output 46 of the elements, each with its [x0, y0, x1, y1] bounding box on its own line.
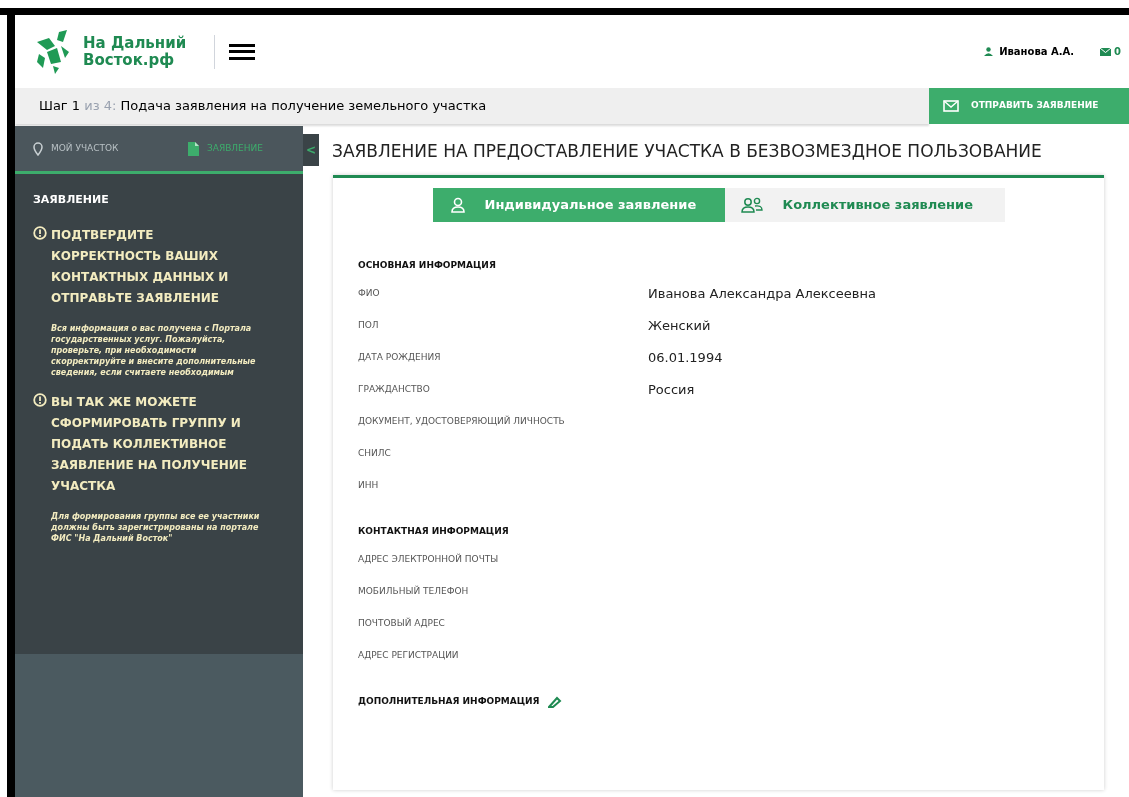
section-heading: ОСНОВНАЯ ИНФОРМАЦИЯ — [358, 258, 496, 272]
note-title: ВЫ ТАК ЖЕ МОЖЕТЕ СФОРМИРОВАТЬ ГРУППУ И ПОДАТЬ КОЛЛЕКТИВНОЕ ЗАЯВЛЕНИЕ НА ПОЛУЧЕНИЕ УЧАСТКА — [51, 393, 248, 495]
send-application-button[interactable]: ОТПРАВИТЬ ЗАЯВЛЕНИЕ — [929, 88, 1129, 124]
note-text: Для формирования группы все ее участники должны быть зарегистрированы на портале ФИС "На Дальний Восток" — [51, 510, 261, 544]
note-title: ПОДТВЕРДИТЕ КОРРЕКТНОСТЬ ВАШИХ КОНТАКТНЫХ ДАННЫХ И ОТПРАВЬТЕ ЗАЯВЛЕНИЕ — [51, 226, 230, 307]
field-label: ДАТА РОЖДЕНИЯ — [358, 350, 442, 364]
message-count: 0 — [1114, 45, 1121, 59]
field-value: Женский — [648, 316, 711, 335]
menu-button[interactable] — [229, 41, 256, 62]
field-label: АДРЕС ЭЛЕКТРОННОЙ ПОЧТЫ — [358, 552, 500, 566]
field-label: ИНН — [358, 478, 380, 492]
section-heading: ДОПОЛНИТЕЛЬНАЯ ИНФОРМАЦИЯ — [358, 694, 540, 708]
field-label: АДРЕС РЕГИСТРАЦИИ — [358, 648, 460, 662]
mail-icon[interactable] — [1100, 47, 1112, 56]
group-icon — [740, 196, 763, 213]
step-indicator: Шаг 1 из 4: Подача заявления на получение земельного участка — [39, 97, 487, 116]
collapse-button[interactable]: < — [303, 134, 319, 166]
field-label: ПОЛ — [358, 318, 380, 332]
field-label: МОБИЛЬНЫЙ ТЕЛЕФОН — [358, 584, 470, 598]
info-icon — [33, 225, 47, 240]
application-tab[interactable]: Индивидуальное заявление — [432, 187, 725, 222]
user-link[interactable]: Иванова А.А. — [999, 44, 1075, 59]
field-label: ДОКУМЕНТ, УДОСТОВЕРЯЮЩИЙ ЛИЧНОСТЬ — [358, 414, 566, 428]
user-icon — [984, 47, 994, 56]
field-value: Россия — [648, 380, 695, 399]
field-label: ФИО — [358, 286, 381, 300]
person-icon — [450, 196, 465, 213]
note-text: Вся информация о вас получена с Портала государственных услуг. Пожалуйста, проверьте, при необходимости скорректируйте и внесите дополнительные сведения, если считаете необходимым — [51, 322, 257, 378]
logo-text: Восток.рф — [83, 51, 175, 69]
envelope-icon — [943, 100, 959, 112]
application-tab[interactable]: Коллективное заявление — [724, 187, 1005, 222]
page-title: ЗАЯВЛЕНИЕ НА ПРЕДОСТАВЛЕНИЕ УЧАСТКА В БЕЗВОЗМЕЗДНОЕ ПОЛЬЗОВАНИЕ — [332, 140, 1043, 163]
sidebar-tab[interactable]: МОЙ УЧАСТОК — [15, 126, 148, 171]
logo-text: На Дальний — [83, 34, 187, 52]
panel-heading: ЗАЯВЛЕНИЕ — [33, 192, 110, 208]
field-value: Иванова Александра Алексеевна — [648, 284, 876, 303]
info-icon — [33, 392, 47, 407]
field-label: ПОЧТОВЫЙ АДРЕС — [358, 616, 446, 630]
field-label: СНИЛС — [358, 446, 392, 460]
location-pin-icon — [33, 141, 43, 156]
field-label: ГРАЖДАНСТВО — [358, 382, 431, 396]
field-value: 06.01.1994 — [648, 348, 723, 367]
edit-icon[interactable] — [547, 695, 562, 708]
sidebar-tab[interactable]: ЗАЯВЛЕНИЕ — [148, 126, 303, 171]
section-heading: КОНТАКТНАЯ ИНФОРМАЦИЯ — [358, 524, 509, 538]
document-icon — [188, 141, 199, 156]
